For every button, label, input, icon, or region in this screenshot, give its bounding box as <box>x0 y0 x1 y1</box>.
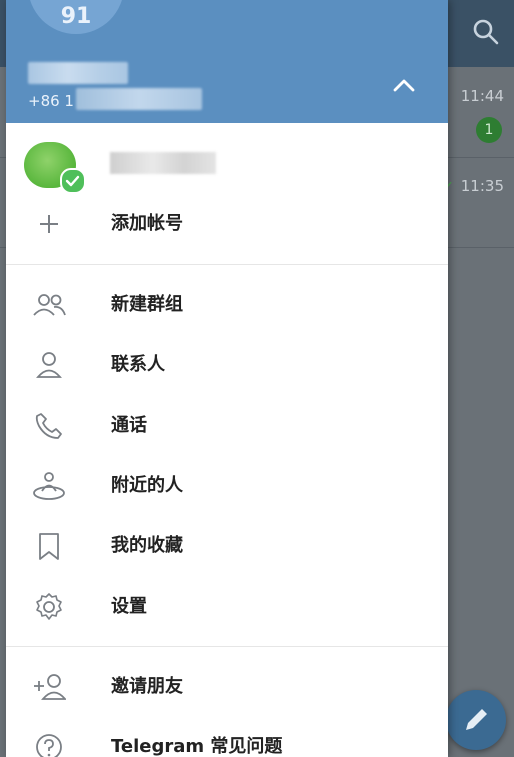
chat-time: 11:44 <box>460 87 504 105</box>
compose-button[interactable] <box>446 690 506 750</box>
profile-phone-blurred <box>76 88 202 110</box>
avatar-initials: 91 <box>60 4 92 29</box>
people-nearby-icon <box>33 472 65 500</box>
profile-name-blurred <box>28 62 128 84</box>
calls-button[interactable]: 通话 <box>6 396 448 456</box>
settings-button[interactable]: 设置 <box>6 577 448 637</box>
chat-time: 11:35 <box>460 177 504 195</box>
contacts-button[interactable]: 联系人 <box>6 335 448 395</box>
calls-label: 通话 <box>111 415 147 436</box>
faq-button[interactable]: Telegram 常见问题 <box>6 717 448 757</box>
people-nearby-button[interactable]: 附近的人 <box>6 456 448 516</box>
contacts-label: 联系人 <box>111 354 165 375</box>
check-icon <box>60 168 86 194</box>
plus-icon <box>40 215 58 233</box>
new-group-button[interactable]: 新建群组 <box>6 275 448 335</box>
help-icon <box>36 734 62 757</box>
invite-friends-button[interactable]: 邀请朋友 <box>6 657 448 717</box>
phone-icon <box>35 413 62 439</box>
unread-badge: 1 <box>476 117 502 143</box>
search-icon[interactable] <box>472 18 500 46</box>
divider <box>6 264 448 265</box>
drawer-header: 91 +86 1 <box>6 0 448 123</box>
account-name-blurred <box>110 152 216 174</box>
gear-icon <box>36 593 62 620</box>
settings-label: 设置 <box>111 596 147 617</box>
profile-phone: +86 1 <box>28 92 74 110</box>
people-nearby-label: 附近的人 <box>111 475 183 496</box>
navigation-drawer: 91 +86 1 添加帐号 新建群组 联系人 通话 附近的人 我的收藏 设置 邀… <box>6 0 448 757</box>
faq-label: Telegram 常见问题 <box>111 736 283 757</box>
chevron-up-icon[interactable] <box>392 74 416 98</box>
pencil-icon <box>466 709 487 730</box>
group-icon <box>33 294 66 316</box>
saved-messages-button[interactable]: 我的收藏 <box>6 516 448 576</box>
profile-avatar[interactable]: 91 <box>28 0 124 34</box>
divider <box>6 646 448 647</box>
add-account-label: 添加帐号 <box>111 213 183 234</box>
person-icon <box>36 352 62 378</box>
saved-messages-label: 我的收藏 <box>111 535 183 556</box>
account-row[interactable] <box>6 132 448 194</box>
new-group-label: 新建群组 <box>111 294 183 315</box>
bookmark-icon <box>39 533 59 560</box>
add-account-button[interactable]: 添加帐号 <box>6 194 448 254</box>
add-person-icon <box>34 674 66 700</box>
invite-friends-label: 邀请朋友 <box>111 676 183 697</box>
